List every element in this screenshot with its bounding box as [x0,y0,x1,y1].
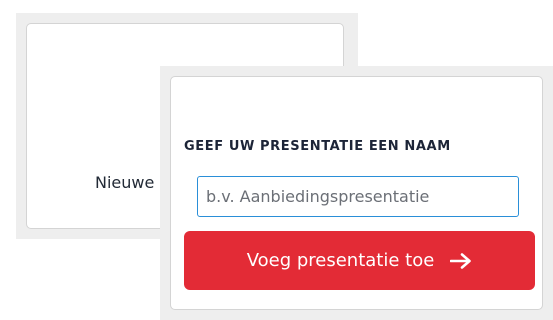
add-presentation-button-label: Voeg presentatie toe [246,250,435,271]
name-presentation-popover-frame: GEEF UW PRESENTATIE EEN NAAM Voeg presen… [160,66,553,320]
add-presentation-button[interactable]: Voeg presentatie toe [184,231,535,290]
popover-title: GEEF UW PRESENTATIE EEN NAAM [184,139,451,154]
name-presentation-popover: GEEF UW PRESENTATIE EEN NAAM Voeg presen… [170,76,543,310]
arrow-right-icon [450,252,472,269]
presentation-name-input[interactable] [197,176,519,217]
